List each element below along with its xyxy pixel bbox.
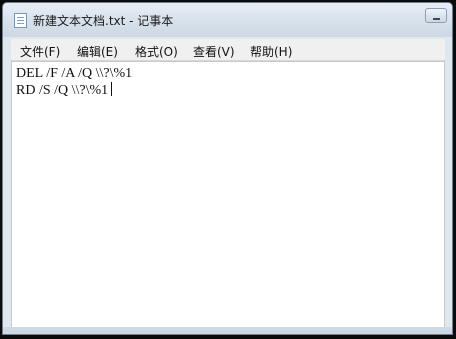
- editor-line-text: DEL /F /A /Q \\?\%1: [16, 66, 133, 81]
- notepad-icon: [14, 13, 27, 28]
- menu-edit[interactable]: 编辑(E): [77, 43, 118, 60]
- menu-file[interactable]: 文件(F): [20, 43, 60, 60]
- minimize-button[interactable]: [425, 8, 447, 23]
- text-cursor: [111, 82, 113, 96]
- editor-line: RD /S /Q \\?\%1: [16, 82, 113, 99]
- menu-view[interactable]: 查看(V): [193, 43, 235, 60]
- title-bar[interactable]: 新建文本文档.txt - 记事本: [3, 3, 452, 37]
- text-editor[interactable]: DEL /F /A /Q \\?\%1 RD /S /Q \\?\%1: [11, 61, 445, 331]
- notepad-window: 新建文本文档.txt - 记事本 文件(F) 编辑(E) 格式(O) 查看(V)…: [2, 2, 453, 335]
- editor-line: DEL /F /A /Q \\?\%1: [16, 66, 132, 82]
- menu-format[interactable]: 格式(O): [135, 43, 178, 60]
- menu-bar: 文件(F) 编辑(E) 格式(O) 查看(V) 帮助(H): [11, 39, 445, 61]
- editor-line-text: RD /S /Q \\?\%1: [16, 83, 109, 98]
- window-bottom-border: [3, 327, 452, 334]
- menu-help[interactable]: 帮助(H): [250, 43, 292, 60]
- window-title: 新建文本文档.txt - 记事本: [33, 14, 174, 28]
